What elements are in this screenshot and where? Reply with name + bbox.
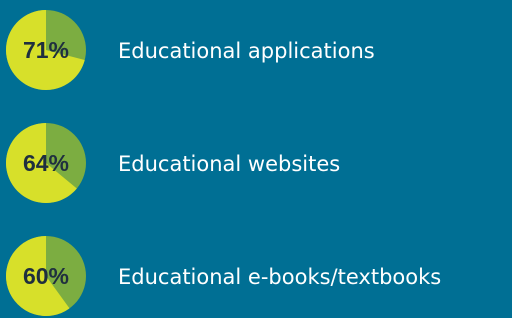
category-label: Educational websites (118, 152, 340, 176)
pie-percent-label: 64% (23, 150, 69, 176)
pie-percent-label: 71% (23, 37, 69, 63)
pie-list-chart: 71% Educational applications 64% Educationa… (5, 9, 441, 316)
pie-row: 60% Educational e-books/textbooks (5, 236, 441, 316)
category-label: Educational e-books/textbooks (118, 265, 441, 289)
category-label: Educational applications (118, 39, 375, 63)
pie-row: 71% Educational applications (5, 9, 375, 90)
pie-row: 64% Educational websites (6, 123, 340, 203)
pie-percent-label: 60% (23, 263, 69, 289)
